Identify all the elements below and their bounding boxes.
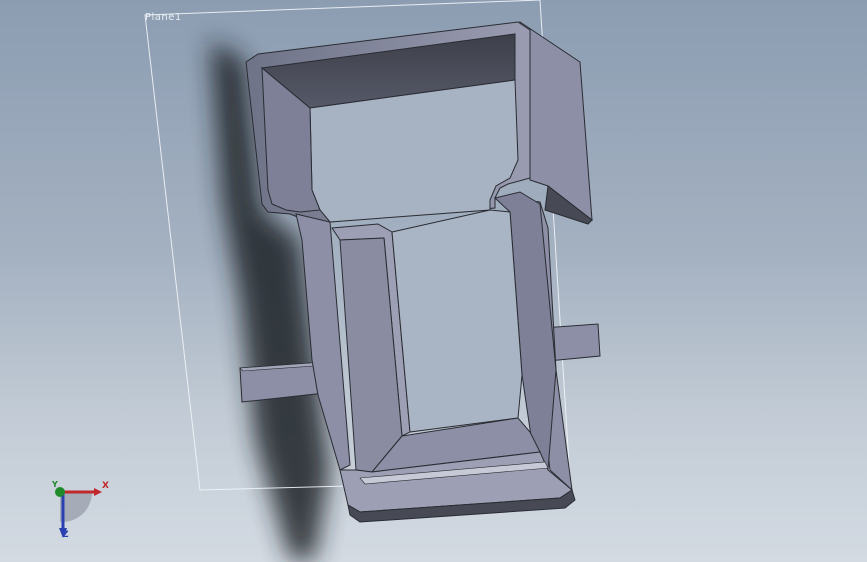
model-scene[interactable] xyxy=(0,0,867,562)
triad-z-label: Z xyxy=(62,530,69,540)
graphics-viewport[interactable]: Plane1 X Y Z xyxy=(0,0,867,562)
plane-label[interactable]: Plane1 xyxy=(145,12,182,23)
triad-y-label: Y xyxy=(52,480,58,489)
triad-x-label: X xyxy=(102,481,109,491)
